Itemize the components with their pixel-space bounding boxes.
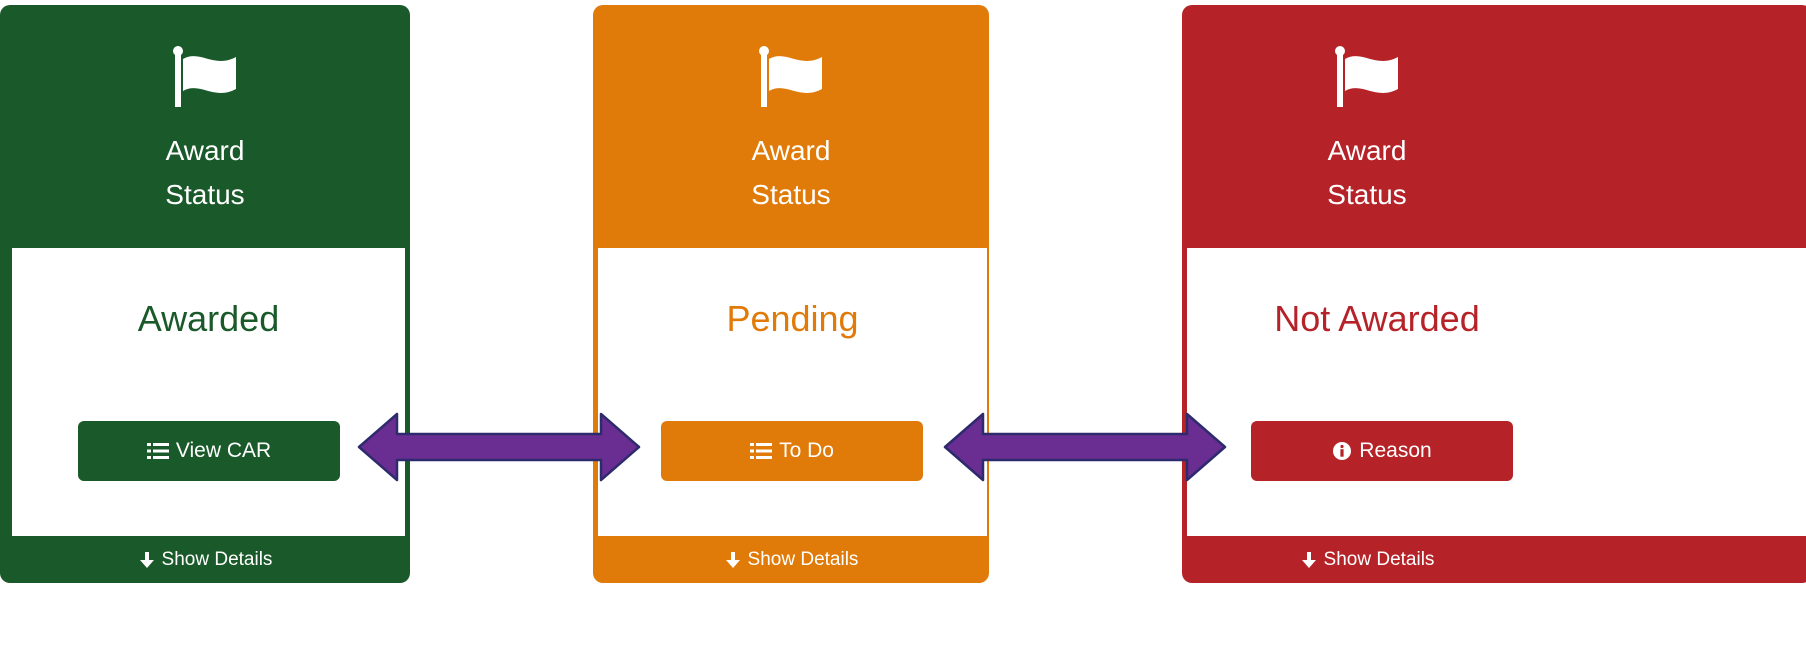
card-header: Award Status [1182, 5, 1552, 248]
info-circle-icon [1333, 442, 1352, 460]
flag-icon [173, 46, 236, 107]
arrow-down-icon [1301, 551, 1316, 568]
flag-icon [1335, 46, 1398, 107]
status-value: Pending [726, 298, 859, 339]
card-title-line1: Award [1327, 135, 1407, 166]
award-status-card-pending: Award Status Pending To Do Show Details [593, 5, 989, 583]
card-title-line2: Status [751, 179, 831, 210]
award-status-card-not-awarded: Award Status Not Awarded Reason Show Det… [1182, 5, 1806, 583]
card-header: Award Status [593, 5, 989, 248]
to-do-button[interactable]: To Do [661, 421, 923, 481]
show-details-label: Show Details [747, 548, 859, 570]
card-title: Award Status [593, 129, 989, 217]
flag-icon [759, 46, 822, 107]
reason-button[interactable]: Reason [1251, 421, 1513, 481]
button-label: View CAR [175, 439, 272, 462]
show-details-label: Show Details [161, 548, 273, 570]
card-body: Pending To Do [598, 248, 987, 536]
list-icon [750, 443, 773, 459]
status-cards-stage: Award Status Awarded View CAR Show Detai… [0, 0, 1806, 671]
card-title: Award Status [0, 129, 410, 217]
double-arrow-icon [357, 412, 641, 482]
card-header: Award Status [0, 5, 410, 248]
show-details-label: Show Details [1323, 548, 1435, 570]
card-title: Award Status [1182, 129, 1552, 217]
card-body: Not Awarded Reason [1187, 248, 1806, 536]
show-details-button[interactable]: Show Details [1182, 536, 1552, 583]
award-status-card-awarded: Award Status Awarded View CAR Show Detai… [0, 5, 410, 583]
show-details-button[interactable]: Show Details [593, 536, 989, 583]
button-label: To Do [779, 439, 834, 462]
arrow-down-icon [725, 551, 740, 568]
card-title-line2: Status [165, 179, 245, 210]
status-value: Not Awarded [1274, 298, 1480, 339]
button-label: Reason [1359, 439, 1432, 462]
double-arrow-icon [943, 412, 1227, 482]
view-car-button[interactable]: View CAR [78, 421, 340, 481]
show-details-button[interactable]: Show Details [0, 536, 410, 583]
status-value: Awarded [137, 298, 280, 339]
list-icon [146, 443, 169, 459]
card-title-line1: Award [751, 135, 831, 166]
card-title-line2: Status [1327, 179, 1407, 210]
arrow-down-icon [139, 551, 154, 568]
card-body: Awarded View CAR [12, 248, 405, 536]
card-title-line1: Award [165, 135, 245, 166]
